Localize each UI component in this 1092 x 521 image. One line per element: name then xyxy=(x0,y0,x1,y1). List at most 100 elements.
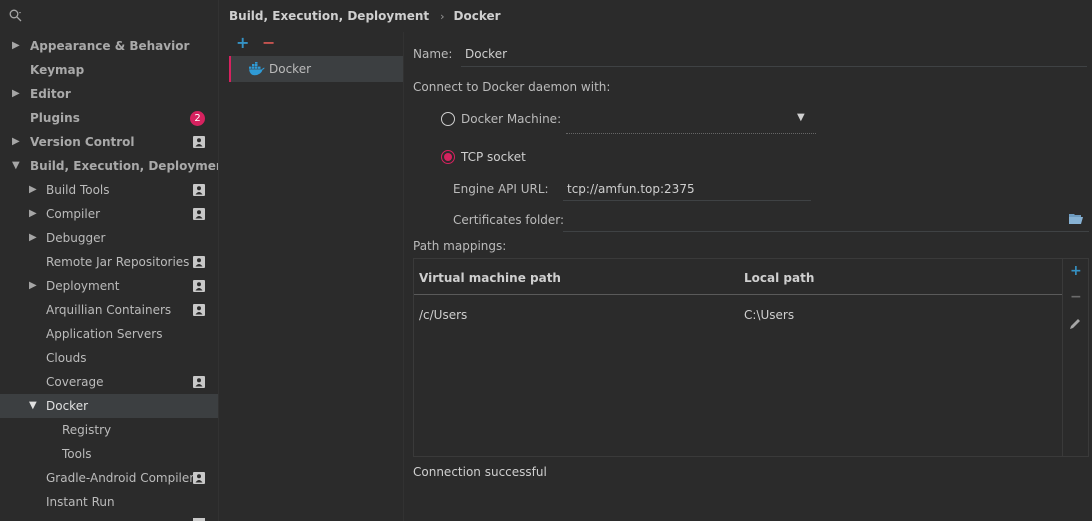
breadcrumb-parent[interactable]: Build, Execution, Deployment xyxy=(229,9,429,23)
project-level-icon xyxy=(193,376,205,388)
chevron-right-icon[interactable]: ▶ xyxy=(12,82,22,106)
name-label: Name: xyxy=(413,47,453,61)
sidebar-item-build-tools[interactable]: ▶ Build Tools xyxy=(0,178,218,202)
sidebar-item-label: Version Control xyxy=(30,135,135,149)
project-level-icon xyxy=(193,136,205,148)
search-icon xyxy=(9,9,22,22)
project-level-icon xyxy=(193,280,205,292)
chevron-right-icon[interactable]: ▶ xyxy=(29,202,39,226)
sidebar-item-editor[interactable]: ▶ Editor xyxy=(0,82,218,106)
sidebar-item-label: Build Tools xyxy=(46,183,110,197)
column-header-local-path[interactable]: Local path xyxy=(744,271,814,285)
chevron-down-icon[interactable]: ▼ xyxy=(797,112,805,123)
sidebar-item-keymap[interactable]: Keymap xyxy=(0,58,218,82)
sidebar-item-label: Arquillian Containers xyxy=(46,303,172,317)
sidebar-item-label: Remote Jar Repositories xyxy=(46,255,190,269)
chevron-down-icon[interactable]: ▼ xyxy=(12,154,22,178)
table-cell-local-path[interactable]: C:\Users xyxy=(744,308,794,322)
remove-button[interactable]: − xyxy=(262,33,275,52)
sidebar-item-registry[interactable]: Registry xyxy=(0,418,218,442)
chevron-right-icon[interactable]: ▶ xyxy=(29,178,39,202)
table-toolbar-divider xyxy=(1062,259,1063,456)
sidebar-item-plugins[interactable]: Plugins 2 xyxy=(0,106,218,130)
engine-api-url-underline xyxy=(563,200,811,201)
sidebar-item-arquillian-containers[interactable]: Arquillian Containers xyxy=(0,298,218,322)
breadcrumb-separator: › xyxy=(440,10,445,23)
breadcrumb-current: Docker xyxy=(453,9,501,23)
connection-status: Connection successful xyxy=(413,465,547,479)
name-field[interactable]: Docker xyxy=(465,47,507,61)
sidebar-item-docker[interactable]: ▼ Docker xyxy=(0,394,218,418)
project-level-icon xyxy=(193,184,205,196)
sidebar-item-label: Docker xyxy=(46,399,89,413)
table-row[interactable] xyxy=(414,302,1062,326)
sidebar-item-remote-jar-repositories[interactable]: Remote Jar Repositories xyxy=(0,250,218,274)
remove-mapping-icon[interactable]: − xyxy=(1070,289,1082,305)
docker-config-label: Docker xyxy=(269,62,312,76)
table-cell-vm-path[interactable]: /c/Users xyxy=(419,308,467,322)
sidebar-item-label: Tools xyxy=(62,447,92,461)
tcp-socket-label: TCP socket xyxy=(461,150,526,164)
sidebar-item-label: Application Servers xyxy=(46,327,163,341)
certificates-folder-label: Certificates folder: xyxy=(453,213,565,227)
chevron-down-icon[interactable]: ▼ xyxy=(29,394,39,418)
project-level-icon xyxy=(193,256,205,268)
sidebar-item-appearance[interactable]: ▶ Appearance & Behavior xyxy=(0,34,218,58)
docker-config-list-panel xyxy=(219,32,402,521)
project-level-icon xyxy=(193,304,205,316)
column-header-virtual-machine-path[interactable]: Virtual machine path xyxy=(419,271,561,285)
docker-machine-label: Docker Machine: xyxy=(461,112,562,126)
sidebar-item-label: Keymap xyxy=(30,63,85,77)
docker-whale-icon xyxy=(249,62,265,76)
chevron-right-icon[interactable]: ▶ xyxy=(12,130,22,154)
chevron-right-icon[interactable]: ▶ xyxy=(29,274,39,298)
sidebar-item-debugger[interactable]: ▶ Debugger xyxy=(0,226,218,250)
connect-label: Connect to Docker daemon with: xyxy=(413,80,611,94)
sidebar-item-label: Gradle-Android Compiler xyxy=(46,471,195,485)
tcp-socket-radio[interactable] xyxy=(441,150,455,164)
path-mappings-label: Path mappings: xyxy=(413,239,507,253)
sidebar-item-tools[interactable]: Tools xyxy=(0,442,218,466)
sidebar-item-clouds[interactable]: Clouds xyxy=(0,346,218,370)
sidebar-item-label: Deployment xyxy=(46,279,120,293)
breadcrumb: Build, Execution, Deployment › Docker xyxy=(229,0,501,32)
docker-machine-radio[interactable] xyxy=(441,112,455,126)
sidebar-item-label: Coverage xyxy=(46,375,104,389)
sidebar-item-label: Registry xyxy=(62,423,112,437)
sidebar-item-build-execution-deployment[interactable]: ▼ Build, Execution, Deployment xyxy=(0,154,218,178)
chevron-right-icon[interactable]: ▶ xyxy=(29,226,39,250)
sidebar-item-compiler[interactable]: ▶ Compiler xyxy=(0,202,218,226)
engine-api-url-label: Engine API URL: xyxy=(453,182,549,196)
sidebar-item-label: Build, Execution, Deployment xyxy=(30,159,219,173)
name-field-underline xyxy=(461,66,1087,67)
path-mappings-table xyxy=(413,258,1089,457)
docker-config-item[interactable]: Docker xyxy=(229,56,404,82)
sidebar-item-coverage[interactable]: Coverage xyxy=(0,370,218,394)
table-header-divider xyxy=(414,294,1062,295)
sidebar-item-gradle-android-compiler[interactable]: Gradle-Android Compiler xyxy=(0,466,218,490)
add-button[interactable]: + xyxy=(236,33,249,52)
add-mapping-icon[interactable]: + xyxy=(1070,263,1082,279)
sidebar-item-version-control[interactable]: ▶ Version Control xyxy=(0,130,218,154)
sidebar-item-label: Compiler xyxy=(46,207,101,221)
folder-icon[interactable] xyxy=(1069,213,1083,224)
project-level-icon xyxy=(193,472,205,484)
sidebar-item-deployment[interactable]: ▶ Deployment xyxy=(0,274,218,298)
sidebar-item-label: Appearance & Behavior xyxy=(30,39,190,53)
sidebar-item-label: Debugger xyxy=(46,231,106,245)
sidebar-item-instant-run[interactable]: Instant Run xyxy=(0,490,218,514)
engine-api-url-field[interactable]: tcp://amfun.top:2375 xyxy=(567,182,695,196)
sidebar-item-label: Clouds xyxy=(46,351,87,365)
sidebar-item-application-servers[interactable]: Application Servers xyxy=(0,322,218,346)
search-field[interactable] xyxy=(0,0,218,32)
sidebar-item-label: Editor xyxy=(30,87,71,101)
project-level-icon xyxy=(193,208,205,220)
docker-machine-select[interactable] xyxy=(566,133,816,134)
plugins-update-badge: 2 xyxy=(190,111,205,126)
settings-sidebar: ▶ Appearance & Behavior Keymap ▶ Editor … xyxy=(0,0,219,521)
sidebar-item-label: Instant Run xyxy=(46,495,115,509)
chevron-right-icon[interactable]: ▶ xyxy=(12,34,22,58)
certificates-folder-underline xyxy=(563,231,1089,232)
sidebar-item-label: Plugins xyxy=(30,111,80,125)
edit-mapping-icon[interactable] xyxy=(1069,317,1082,330)
